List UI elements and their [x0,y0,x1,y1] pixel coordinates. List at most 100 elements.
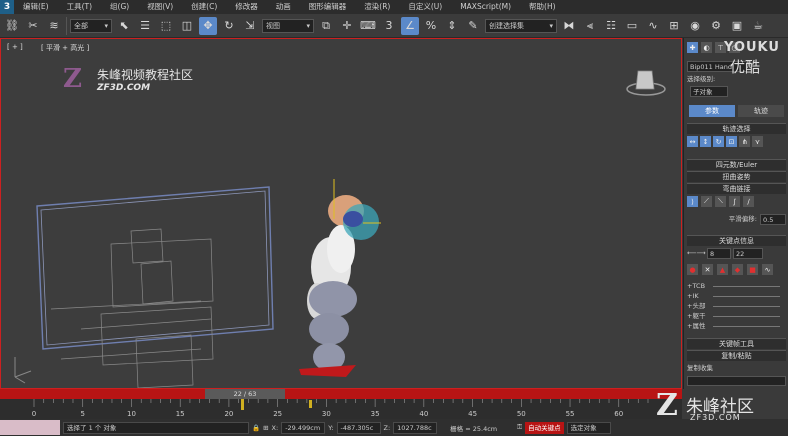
percent-snap-icon[interactable]: % [422,17,440,35]
angle-snap-icon[interactable]: ∠ [401,16,419,35]
key-head-row[interactable]: +头部 [687,301,786,310]
select-manipulate-icon[interactable]: ✛ [338,17,356,35]
bind-spacewarp-icon[interactable]: ≋ [45,17,63,35]
viewport-menu-label[interactable]: [ + ] [7,43,23,51]
curve-editor-icon[interactable]: ∿ [644,17,662,35]
spinner-snap-icon[interactable]: ⇕ [443,17,461,35]
mirror-icon[interactable]: ⧓ [560,17,578,35]
tab-params[interactable]: 参数 [689,105,735,117]
rollout-quaternion-euler[interactable]: 四元数/Euler [687,159,786,170]
selected-filter-select[interactable]: 选定对象 [566,421,611,434]
key-body-row[interactable]: +躯干 [687,311,786,320]
select-by-name-icon[interactable]: ☰ [136,17,154,35]
bend-mode-icon[interactable]: ⟩ [687,196,698,207]
unlink-icon[interactable]: ✂ [24,17,42,35]
zero-twist-icon[interactable]: ∕ [743,196,754,207]
set-key-icon[interactable]: ● [687,264,698,275]
reference-coord-select[interactable]: 视图 ▾ [262,18,314,33]
menu-customize[interactable]: 自定义(U) [399,0,451,14]
body-horizontal-icon[interactable]: ↔ [687,136,698,147]
move-icon[interactable]: ✥ [199,16,217,35]
tab-track[interactable]: 轨迹 [738,105,784,117]
twist-individual-icon[interactable]: ⟍ [715,196,726,207]
render-setup-icon[interactable]: ⚙ [707,17,725,35]
twist-smooth-icon[interactable]: ∫ [729,196,740,207]
schematic-view-icon[interactable]: ⊞ [665,17,683,35]
key-time-field[interactable]: 22 [733,248,763,259]
slider-track [713,286,780,287]
menu-animation[interactable]: 动画 [267,0,300,14]
menu-render[interactable]: 渲染(R) [355,0,399,14]
scale-icon[interactable]: ⇲ [241,17,259,35]
rollout-copy-paste[interactable]: 复制/粘贴 [687,350,786,361]
copy-collection-select[interactable] [687,376,786,386]
rect-selection-icon[interactable]: ⬚ [157,17,175,35]
keyboard-shortcut-icon[interactable]: ⌨ [359,17,377,35]
y-coord-field[interactable]: -487.305c [336,421,381,434]
body-rotation-icon[interactable]: ↻ [713,136,724,147]
material-editor-icon[interactable]: ◉ [686,17,704,35]
edit-named-selection-icon[interactable]: ✎ [464,17,482,35]
rollout-twist-poses[interactable]: 扭曲姿势 [687,171,786,182]
menu-maxscript[interactable]: MAXScript(M) [451,0,520,14]
rollout-key-tools[interactable]: 关键帧工具 [687,338,786,349]
lock-selection-icon[interactable]: 🔒 [252,424,260,432]
pivot-center-icon[interactable]: ⧉ [317,17,335,35]
time-slider-track[interactable] [0,389,682,399]
app-logo-icon[interactable]: 3 [0,0,14,14]
key-props-row[interactable]: +属性 [687,321,786,330]
ribbon-icon[interactable]: ▭ [623,17,641,35]
rollout-bend-links[interactable]: 弯曲链接 [687,183,786,194]
set-sliding-key-icon[interactable]: ◆ [732,264,743,275]
viewcube-icon[interactable] [625,67,667,97]
delete-key-icon[interactable]: ✕ [702,264,713,275]
set-planted-key-icon[interactable]: ▲ [717,264,728,275]
z-coord-field[interactable]: 1027.788c [393,421,438,434]
key-index-field[interactable]: 8 [707,248,731,259]
create-tab-icon[interactable]: ✚ [687,42,698,53]
maxscript-listener[interactable] [0,420,60,435]
menu-graph-editors[interactable]: 图形编辑器 [300,0,356,14]
align-icon[interactable]: ⫷ [581,17,599,35]
selection-filter-select[interactable]: 全部 ▾ [70,18,112,33]
layers-icon[interactable]: ☷ [602,17,620,35]
time-slider-thumb[interactable]: 22 / 63 [205,389,285,399]
set-free-key-icon[interactable]: ■ [747,264,758,275]
select-object-icon[interactable]: ⬉ [115,17,133,35]
modify-tab-icon[interactable]: ◐ [701,42,712,53]
opposite-icon[interactable]: ⋎ [752,136,763,147]
track-bar[interactable]: 0 5 10 15 20 25 30 35 40 45 50 55 60 [0,399,682,419]
smooth-bias-field[interactable]: 0.5 [760,214,786,225]
key-prev-next-icon[interactable]: ⟵⟶ [687,249,706,258]
absolute-mode-icon[interactable]: ⊞ [263,424,268,432]
named-selection-select[interactable]: 创建选择集 ▾ [485,18,557,33]
rollout-key-info[interactable]: 关键点信息 [687,235,786,246]
menu-group[interactable]: 组(G) [101,0,138,14]
menu-help[interactable]: 帮助(H) [520,0,565,14]
twist-mode-icon[interactable]: ⟋ [701,196,712,207]
sub-object-button[interactable]: 子对象 [690,86,728,97]
symmetrical-icon[interactable]: ⋔ [739,136,750,147]
snap-3d-icon[interactable]: 3 [380,17,398,35]
body-vertical-icon[interactable]: ↕ [700,136,711,147]
menu-tools[interactable]: 工具(T) [58,0,101,14]
rotate-icon[interactable]: ↻ [220,17,238,35]
perspective-viewport[interactable]: [ + ] [ 平滑 + 高光 ] Z 朱峰视频教程社区 ZF3D.COM [0,38,682,389]
trajectory-icon[interactable]: ∿ [762,264,773,275]
x-coord-field[interactable]: -29.499cm [281,421,326,434]
menu-edit[interactable]: 编辑(E) [14,0,58,14]
lock-cob-icon[interactable]: ⊡ [726,136,737,147]
key-ik-row[interactable]: +IK [687,291,786,300]
menu-create[interactable]: 创建(C) [182,0,226,14]
rollout-track-selection[interactable]: 轨迹选择 [687,123,786,134]
key-icon[interactable]: ⚿ [517,423,522,432]
render-teapot-icon[interactable]: ☕ [749,17,767,35]
menu-view[interactable]: 视图(V) [138,0,182,14]
window-crossing-icon[interactable]: ◫ [178,17,196,35]
viewport-shading-label[interactable]: [ 平滑 + 高光 ] [41,43,89,53]
key-tcb-row[interactable]: +TCB [687,281,786,290]
rendered-frame-icon[interactable]: ▣ [728,17,746,35]
menu-modifiers[interactable]: 修改器 [226,0,267,14]
auto-key-button[interactable]: 自动关键点 [525,421,564,434]
link-icon[interactable]: ⛓ [3,17,21,35]
